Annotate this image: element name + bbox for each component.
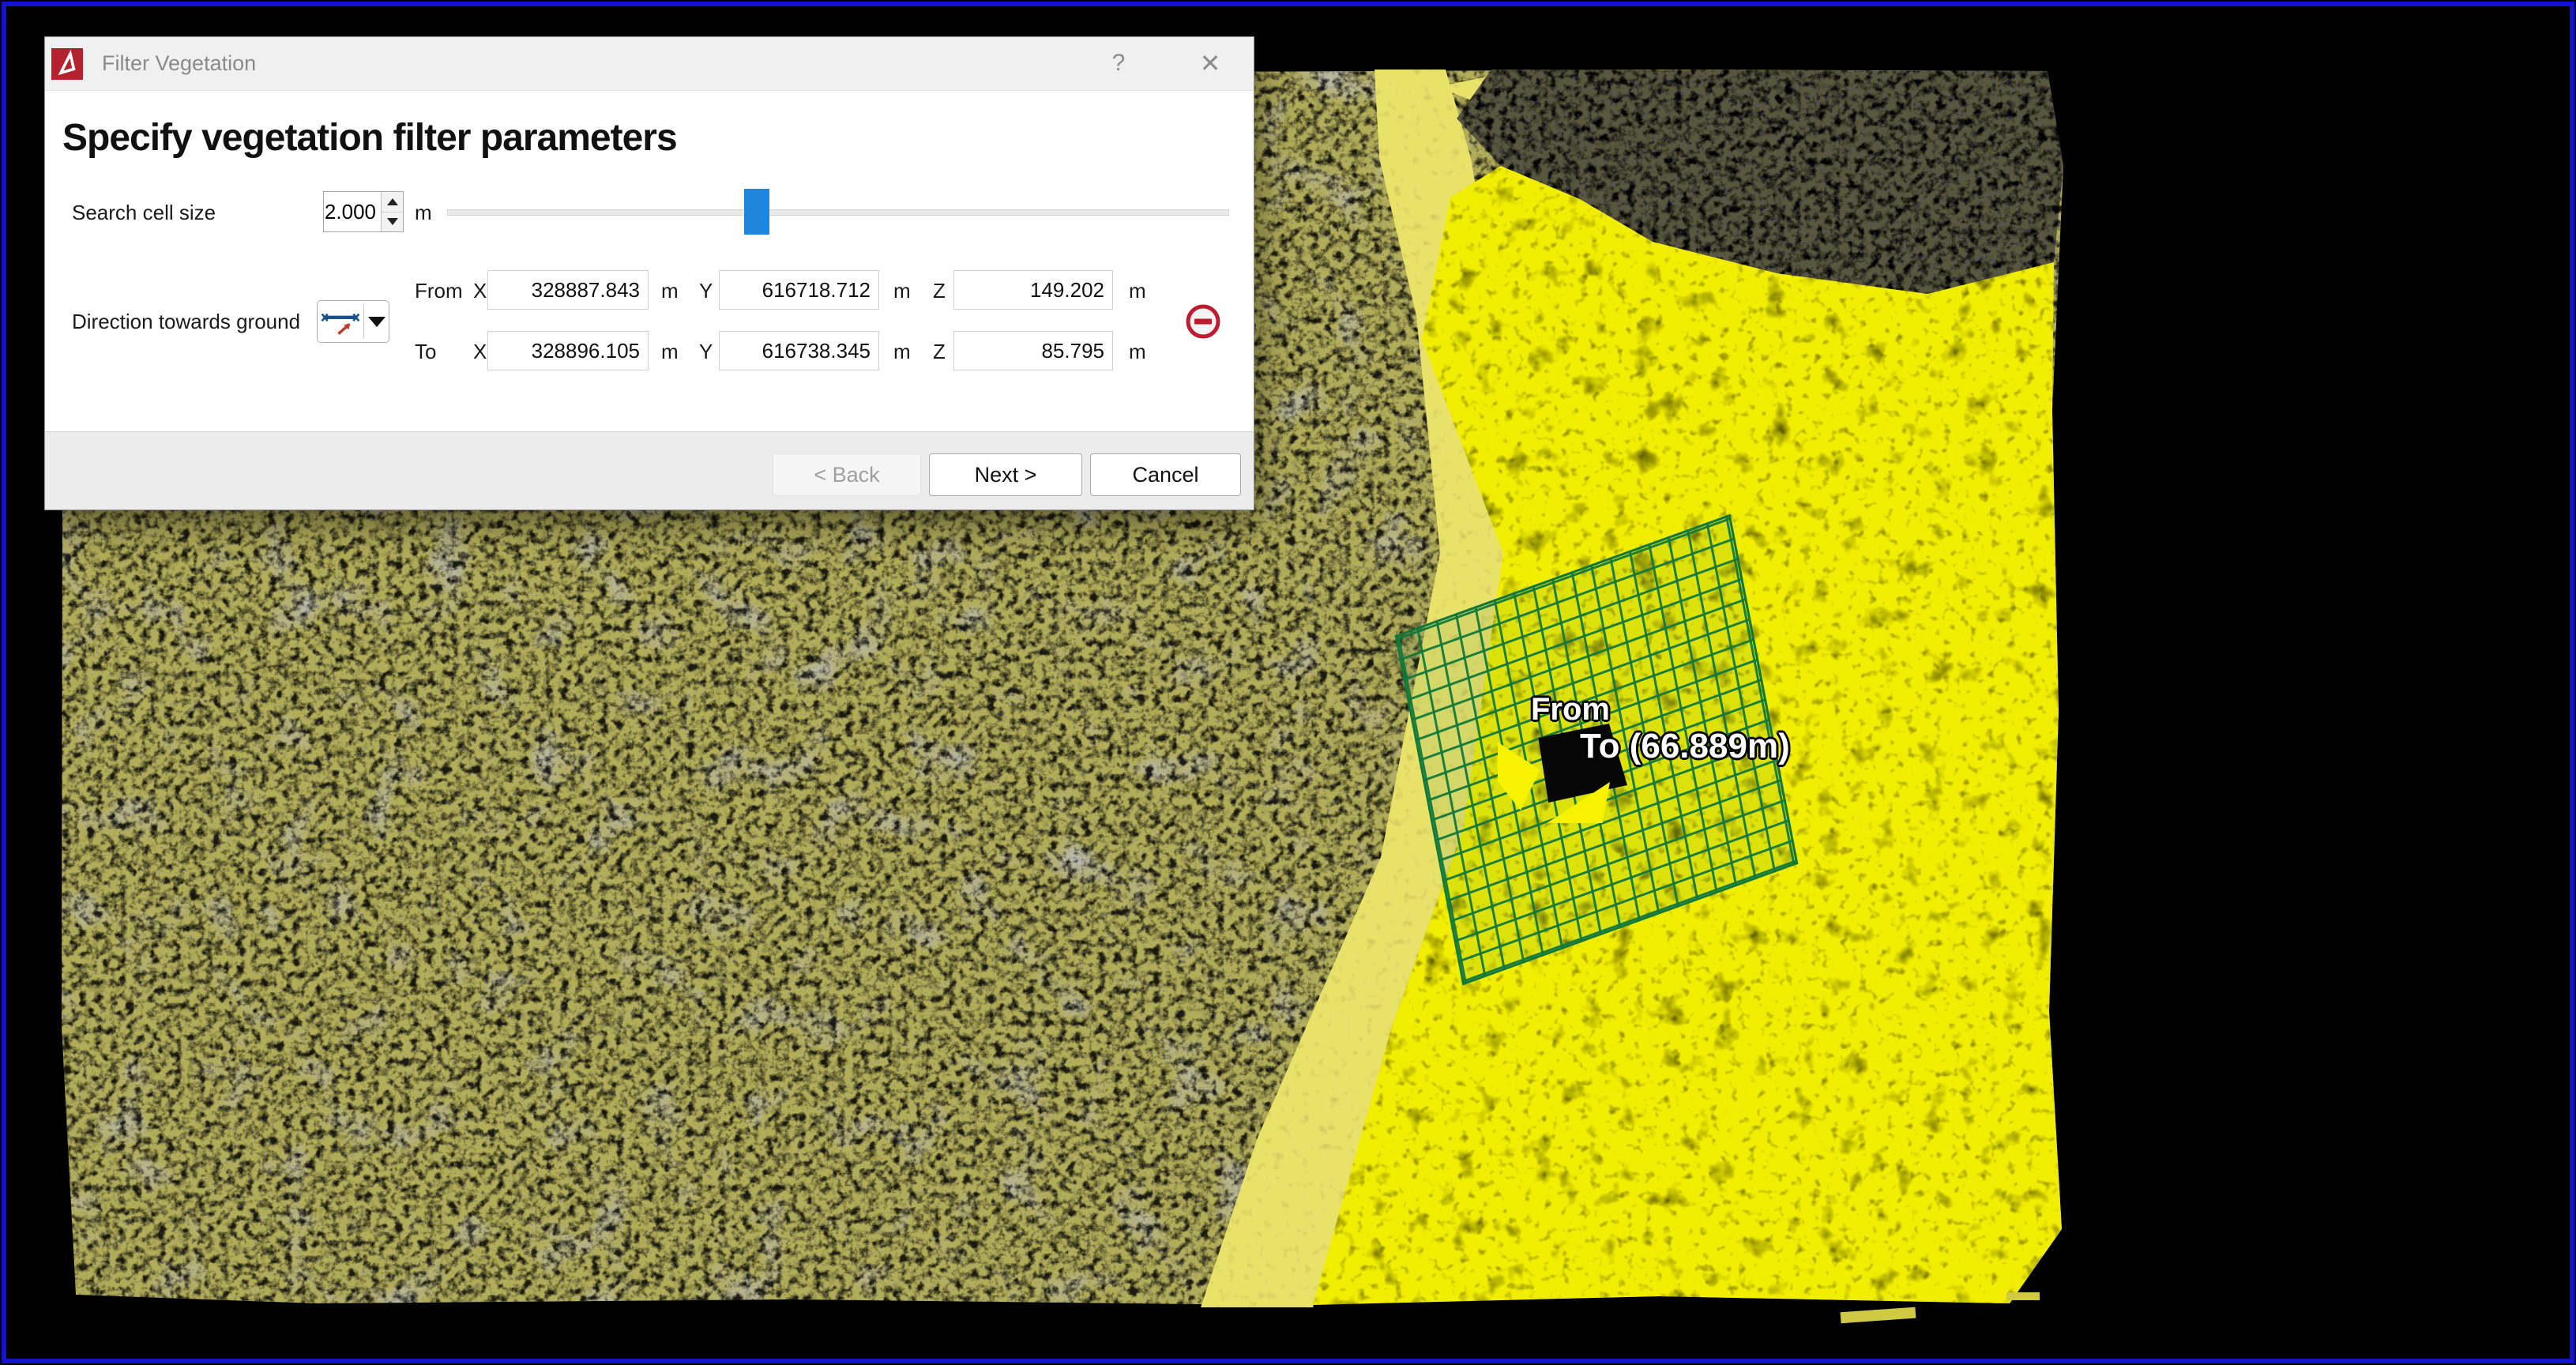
- spin-down-button[interactable]: [382, 212, 403, 232]
- search-unit-label: m: [415, 201, 432, 225]
- from-z-label: Z: [933, 279, 946, 303]
- chevron-down-icon: [368, 317, 385, 327]
- cell-size-slider-handle[interactable]: [744, 189, 769, 235]
- help-button[interactable]: ?: [1100, 45, 1137, 81]
- to-x-unit: m: [661, 340, 679, 364]
- from-marker-label: From: [1531, 692, 1610, 728]
- from-y-unit: m: [893, 279, 911, 303]
- to-row-label: To: [415, 340, 436, 364]
- to-z-input[interactable]: [953, 331, 1113, 370]
- application-screen: From To (66.889m) Filter Vegetation ? ✕ …: [0, 0, 2576, 1365]
- back-button[interactable]: < Back: [773, 453, 921, 496]
- to-x-input[interactable]: [487, 331, 649, 370]
- from-x-input[interactable]: [487, 270, 649, 310]
- dropdown-caret-button[interactable]: [364, 317, 389, 327]
- app-logo-icon: [51, 48, 83, 80]
- to-x-label: X: [473, 340, 487, 364]
- from-z-input[interactable]: [953, 270, 1113, 310]
- from-z-unit: m: [1129, 279, 1146, 303]
- spinner-buttons: [381, 192, 403, 231]
- remove-measurement-button[interactable]: [1185, 303, 1221, 340]
- search-cell-size-spinbox[interactable]: [323, 191, 404, 232]
- from-x-unit: m: [661, 279, 679, 303]
- direction-dropdown[interactable]: [317, 300, 389, 343]
- search-cell-size-label: Search cell size: [72, 201, 216, 225]
- to-y-unit: m: [893, 340, 911, 364]
- spin-up-button[interactable]: [382, 192, 403, 212]
- cell-size-slider-track[interactable]: [447, 209, 1229, 216]
- to-y-input[interactable]: [719, 331, 879, 370]
- to-z-unit: m: [1129, 340, 1146, 364]
- page-title: Specify vegetation filter parameters: [62, 116, 677, 160]
- to-marker-label: To (66.889m): [1580, 727, 1790, 766]
- to-y-label: Y: [699, 340, 713, 364]
- cancel-button[interactable]: Cancel: [1090, 453, 1241, 496]
- filter-vegetation-dialog: Filter Vegetation ? ✕ Specify vegetation…: [44, 36, 1254, 510]
- direction-label: Direction towards ground: [72, 310, 300, 334]
- spin-down-icon: [387, 218, 398, 225]
- dialog-titlebar[interactable]: Filter Vegetation ? ✕: [45, 37, 1254, 91]
- dialog-footer: < Back Next > Cancel: [45, 431, 1254, 510]
- close-icon[interactable]: ✕: [1192, 45, 1228, 81]
- next-button[interactable]: Next >: [929, 453, 1082, 496]
- spin-up-icon: [387, 198, 398, 205]
- from-y-input[interactable]: [719, 270, 879, 310]
- search-cell-size-input[interactable]: [324, 192, 381, 231]
- to-z-label: Z: [933, 340, 946, 364]
- from-x-label: X: [473, 279, 487, 303]
- direction-line-icon: [318, 304, 363, 339]
- from-row-label: From: [415, 279, 463, 303]
- from-y-label: Y: [699, 279, 713, 303]
- dialog-title: Filter Vegetation: [102, 51, 256, 76]
